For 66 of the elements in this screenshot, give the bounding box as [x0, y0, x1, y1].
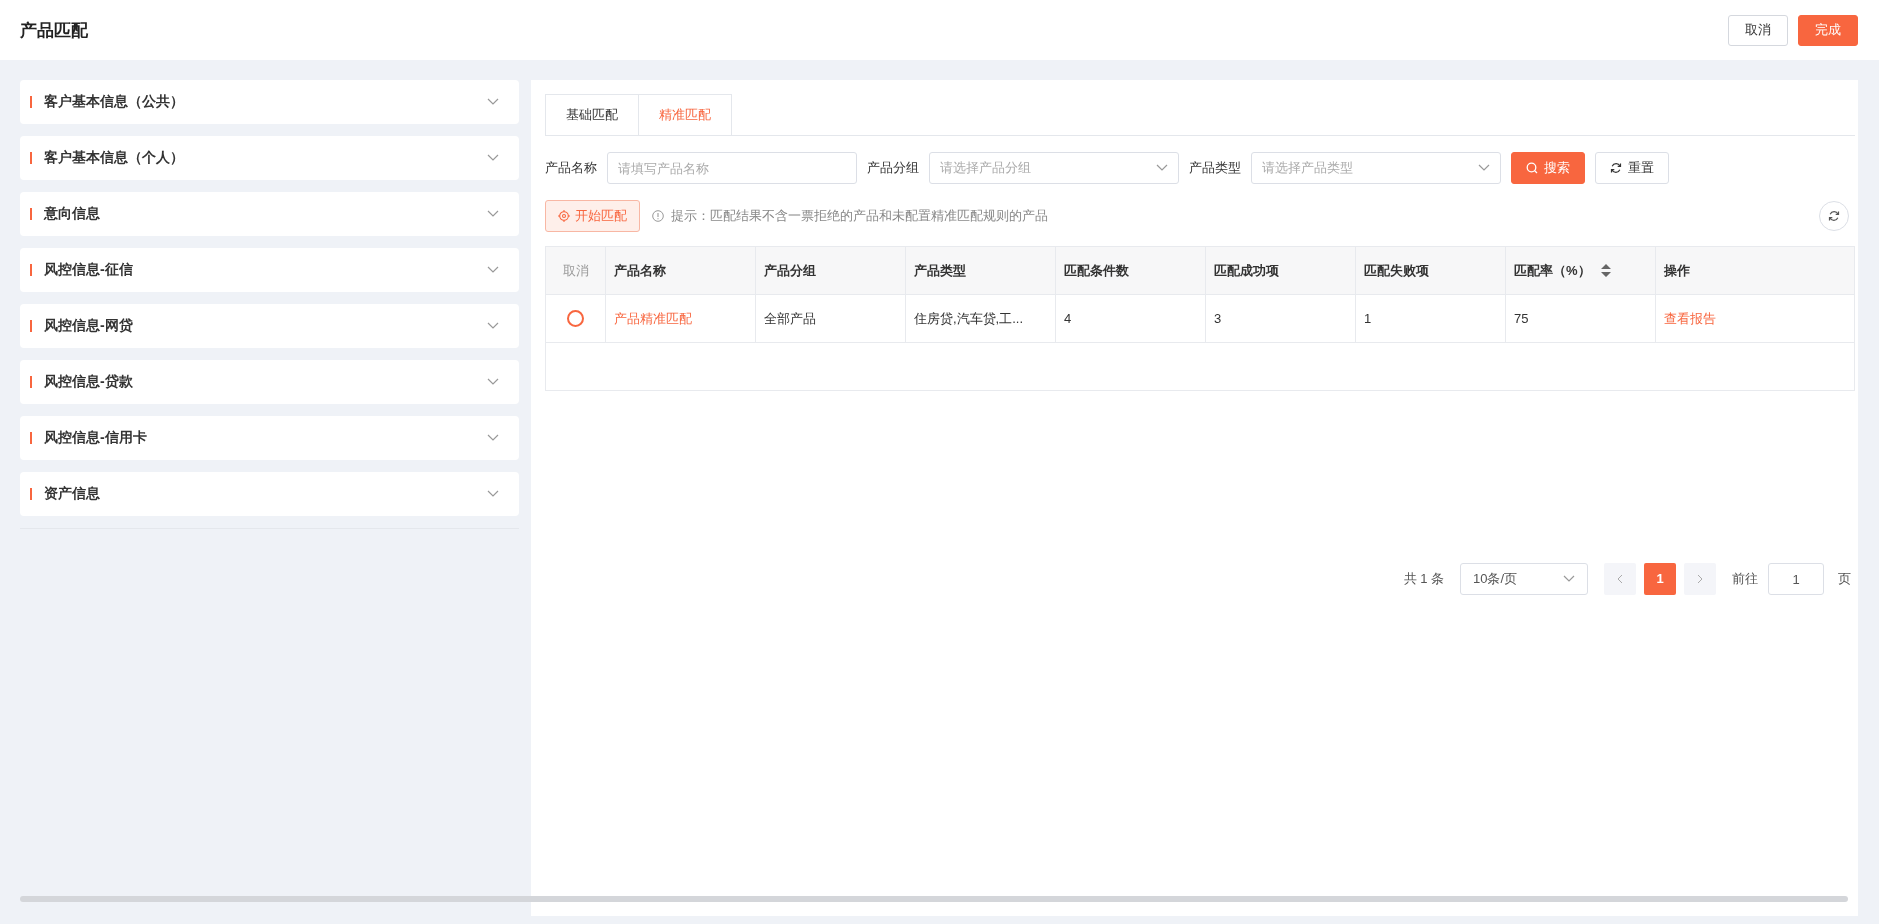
chevron-icon [487, 378, 499, 386]
refresh-icon [1610, 162, 1622, 174]
column-header: 取消 [562, 261, 589, 280]
page-input[interactable]: 1 [1768, 563, 1824, 595]
filter-label: 产品分组 [867, 159, 919, 177]
section-header[interactable]: 客户基本信息（个人） [20, 136, 519, 180]
column-header: 匹配条件数 [1064, 261, 1129, 280]
page-title: 产品匹配 [20, 19, 89, 42]
section-title: 资产信息 [44, 485, 101, 503]
column-header[interactable]: 匹配率（%） [1514, 261, 1591, 280]
refresh-icon [1828, 210, 1840, 222]
chevron-icon [487, 98, 499, 106]
table-cell: 1 [1364, 311, 1372, 326]
section-header[interactable]: 风控信息-贷款 [20, 360, 519, 404]
input-field[interactable]: 请填写产品名称 [607, 152, 857, 184]
chevron-icon [1478, 164, 1490, 172]
section-title: 风控信息-网贷 [44, 317, 134, 335]
section-title: 意向信息 [44, 205, 101, 223]
table-cell: 75 [1514, 311, 1529, 326]
sort-icon[interactable] [1600, 264, 1611, 277]
chevron-icon [1563, 575, 1575, 583]
page-size-select[interactable]: 10条/页 [1460, 563, 1588, 595]
column-header: 操作 [1664, 261, 1690, 280]
chevron-icon [487, 434, 499, 442]
section-title: 客户基本信息（个人） [44, 149, 185, 167]
section-title: 风控信息-征信 [44, 261, 134, 279]
page-suffix: 页 [1838, 570, 1851, 588]
chevron-right-icon [1697, 574, 1703, 584]
chevron-icon [1156, 164, 1168, 172]
filter-label: 产品名称 [545, 159, 597, 177]
column-header: 产品名称 [614, 261, 666, 280]
section-header[interactable]: 风控信息-征信 [20, 248, 519, 292]
section-header[interactable]: 意向信息 [20, 192, 519, 236]
column-header: 产品类型 [914, 261, 966, 280]
section-header[interactable]: 资产信息 [20, 472, 519, 516]
column-header: 匹配失败项 [1364, 261, 1429, 280]
table-cell: 全部产品 [764, 310, 816, 326]
section-header[interactable]: 客户基本信息（公共） [20, 80, 519, 124]
target-icon [558, 210, 570, 222]
table-cell: 住房贷,汽车贷,工... [914, 310, 1024, 326]
chevron-icon [487, 322, 499, 330]
radio-button[interactable] [567, 310, 584, 328]
goto-label: 前往 [1732, 570, 1758, 588]
section-header[interactable]: 风控信息-信用卡 [20, 416, 519, 460]
reset-button[interactable]: 重置 [1595, 152, 1669, 184]
chevron-icon [487, 490, 499, 498]
filter-label: 产品类型 [1189, 159, 1241, 177]
refresh-button[interactable] [1819, 201, 1849, 231]
column-header: 匹配成功项 [1214, 261, 1279, 280]
hint-text: 提示：匹配结果不含一票拒绝的产品和未配置精准匹配规则的产品 [671, 207, 1048, 225]
section-title: 客户基本信息（公共） [44, 93, 185, 111]
section-title: 风控信息-信用卡 [44, 429, 148, 447]
info-icon [652, 210, 664, 222]
chevron-icon [487, 154, 499, 162]
chevron-icon [487, 210, 499, 218]
table-cell: 3 [1214, 311, 1222, 326]
chevron-icon [487, 266, 499, 274]
section-header[interactable]: 风控信息-网贷 [20, 304, 519, 348]
section-title: 风控信息-贷款 [44, 373, 134, 391]
table-cell: 4 [1064, 311, 1072, 326]
search-icon [1526, 162, 1538, 174]
cancel-button[interactable]: 取消 [1728, 14, 1788, 46]
column-header: 产品分组 [764, 261, 816, 280]
chevron-left-icon [1617, 574, 1623, 584]
tab[interactable]: 基础匹配 [545, 94, 639, 135]
total-count: 共 1 条 [1403, 570, 1444, 588]
